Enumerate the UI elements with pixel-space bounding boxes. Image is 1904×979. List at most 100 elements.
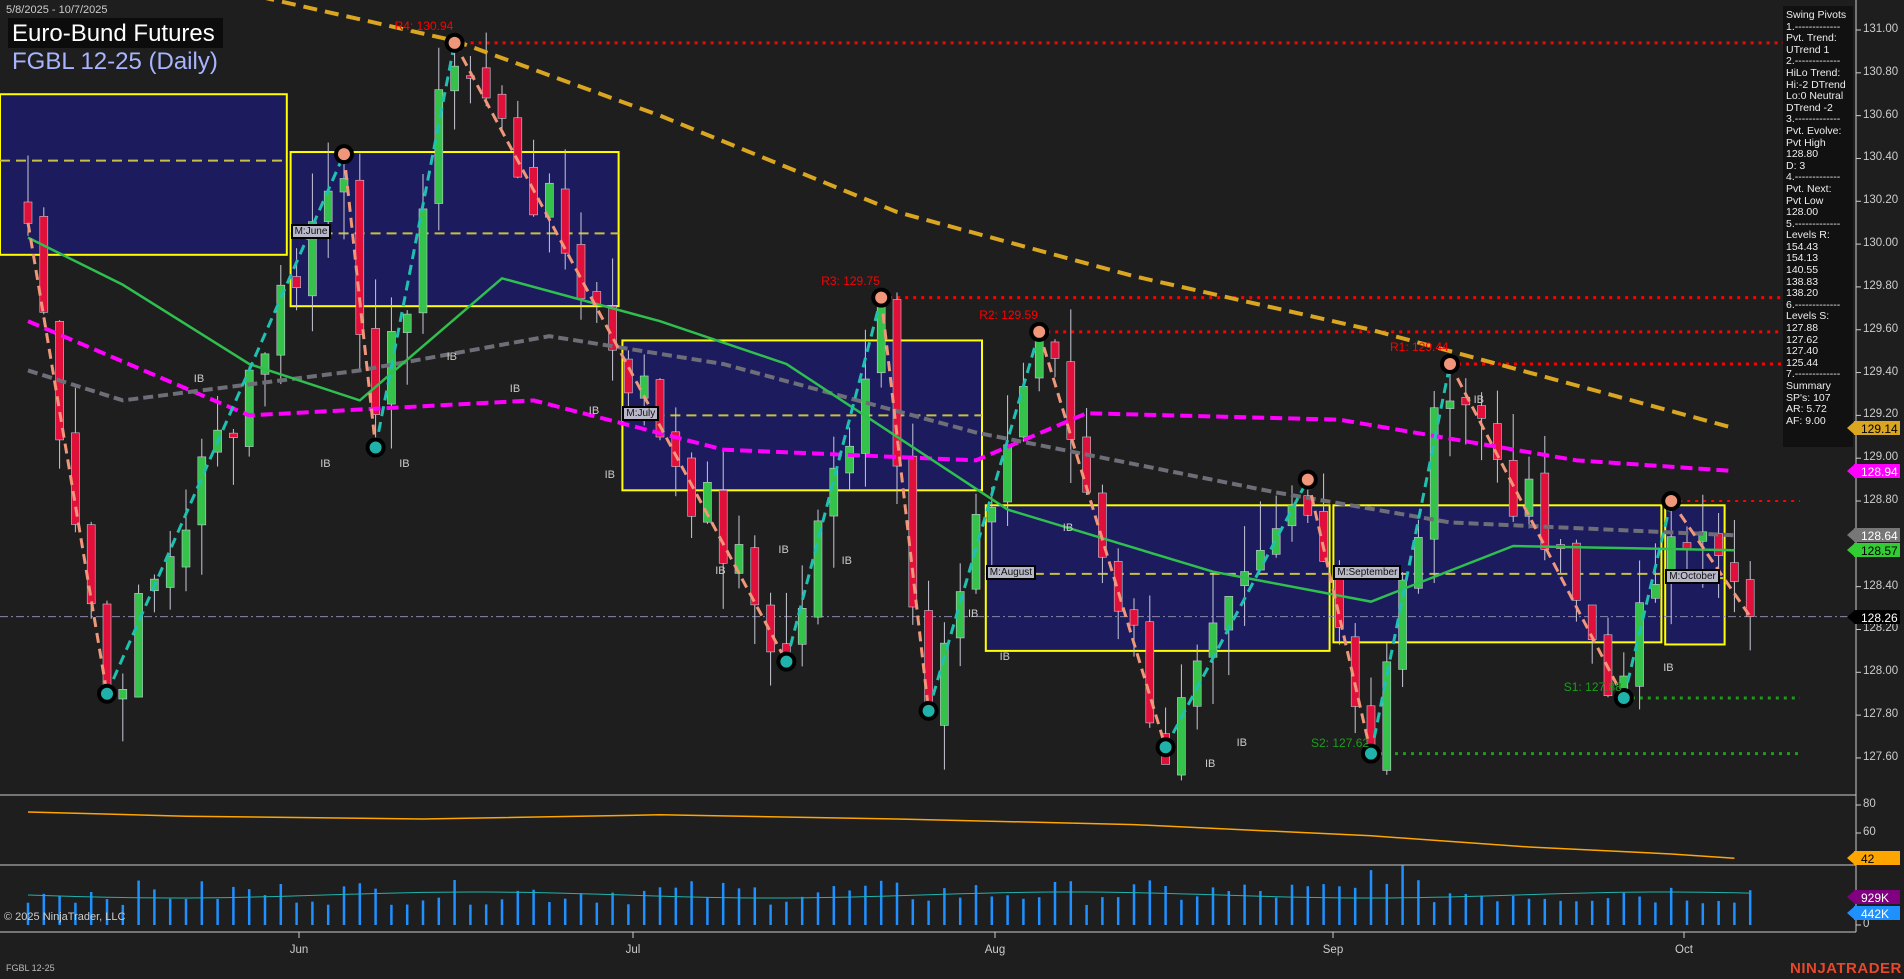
swing-high-marker (1442, 356, 1458, 372)
swing-low-marker (368, 439, 384, 455)
bullish-candle (1004, 445, 1012, 502)
info-line: 140.55 (1786, 265, 1850, 277)
swing-high-marker (1663, 493, 1679, 509)
price-tick-label: 130.00 (1863, 237, 1898, 249)
price-tick-label: 128.00 (1863, 665, 1898, 677)
swing-high-marker (1031, 324, 1047, 340)
inside-bar-label: IB (1663, 662, 1673, 674)
ninjatrader-logo: NINJATRADER (1790, 960, 1902, 977)
volume-value-tag: 929K (1854, 890, 1900, 904)
info-line: 128.80 (1786, 149, 1850, 161)
inside-bar-label: IB (510, 383, 520, 395)
bearish-candle (514, 118, 522, 177)
level-label: R4: 130.94 (395, 19, 454, 33)
price-marker-tag: 128.26 (1854, 610, 1900, 624)
bullish-candle (1035, 336, 1043, 378)
info-line: Summary (1786, 381, 1850, 393)
swing-pivots-panel: Swing Pivots1.-------------Pvt. Trend:UT… (1783, 6, 1853, 447)
bullish-candle (135, 593, 143, 697)
inside-bar-label: IB (715, 565, 725, 577)
price-tick-label: 130.60 (1863, 109, 1898, 121)
swing-low-marker (99, 686, 115, 702)
bullish-candle (166, 557, 174, 588)
bearish-candle (40, 216, 48, 312)
price-tick-label: 129.40 (1863, 366, 1898, 378)
price-tick-label: 127.80 (1863, 708, 1898, 720)
inside-bar-label: IB (589, 405, 599, 417)
level-label: R2: 129.59 (979, 308, 1038, 322)
level-label: R1: 129.44 (1390, 340, 1449, 354)
inside-bar-label: IB (968, 608, 978, 620)
inside-bar-label: IB (778, 544, 788, 556)
inside-bar-label: IB (447, 351, 457, 363)
price-marker-tag: 128.94 (1854, 464, 1900, 478)
month-label: Sep (1323, 944, 1343, 956)
bearish-candle (498, 94, 506, 118)
bullish-candle (640, 376, 648, 398)
bullish-candle (1651, 584, 1659, 598)
inside-bar-label: IB (842, 555, 852, 567)
date-range: 5/8/2025 - 10/7/2025 (6, 4, 108, 16)
month-value-area-label: M:June (291, 224, 332, 239)
month-value-area-label: M:July (622, 406, 659, 421)
bearish-candle (372, 328, 380, 414)
bullish-candle (435, 90, 443, 204)
swing-high-marker (1300, 472, 1316, 488)
inside-bar-label: IB (1063, 522, 1073, 534)
inside-bar-label: IB (320, 458, 330, 470)
bearish-candle (293, 276, 301, 287)
month-label: Jul (626, 944, 641, 956)
month-value-area-label: M:October (1665, 569, 1720, 584)
price-tick-label: 130.20 (1863, 194, 1898, 206)
price-tick-label: 128.80 (1863, 494, 1898, 506)
bullish-candle (182, 530, 190, 567)
price-tick-label: 130.40 (1863, 151, 1898, 163)
price-tick-label: 128.40 (1863, 580, 1898, 592)
inside-bar-label: IB (1000, 651, 1010, 663)
bullish-candle (846, 446, 854, 473)
level-label: R3: 129.75 (821, 274, 880, 288)
price-tick-label: 130.80 (1863, 66, 1898, 78)
bullish-candle (1383, 662, 1391, 771)
swing-high-marker (447, 35, 463, 51)
price-marker-tag: 129.14 (1854, 421, 1900, 435)
month-label: Oct (1675, 944, 1693, 956)
bullish-candle (324, 191, 332, 222)
bearish-candle (482, 68, 490, 98)
price-tick-label: 129.60 (1863, 323, 1898, 335)
oscillator-tick-label: 60 (1863, 826, 1876, 838)
bullish-candle (119, 689, 127, 699)
price-marker-tag: 128.64 (1854, 528, 1900, 542)
bullish-candle (245, 370, 253, 447)
inside-bar-label: IB (1237, 737, 1247, 749)
chart-title: Euro-Bund Futures (8, 18, 223, 48)
bearish-candle (229, 433, 237, 438)
level-label: S1: 127.88 (1564, 680, 1622, 694)
month-value-area-label: M:August (986, 565, 1036, 580)
price-chart[interactable] (0, 0, 1904, 979)
price-tick-label: 129.20 (1863, 408, 1898, 420)
price-tick-label: 129.80 (1863, 280, 1898, 292)
copyright: © 2025 NinjaTrader, LLC (4, 911, 125, 923)
bearish-candle (1509, 460, 1517, 516)
info-line: Swing Pivots (1786, 10, 1850, 22)
bullish-candle (988, 507, 996, 522)
inside-bar-label: IB (399, 458, 409, 470)
value-area-box (986, 505, 1330, 651)
bearish-candle (1478, 406, 1486, 419)
oscillator-line (28, 812, 1734, 858)
month-label: Jun (290, 944, 309, 956)
footer-symbol: FGBL 12-25 (6, 963, 55, 973)
bearish-candle (103, 604, 111, 693)
price-tick-label: 129.00 (1863, 451, 1898, 463)
swing-low-marker (1158, 739, 1174, 755)
swing-low-marker (778, 654, 794, 670)
info-line: Pvt. Evolve: (1786, 126, 1850, 138)
level-label: S2: 127.62 (1311, 736, 1369, 750)
info-line: HiLo Trend: (1786, 68, 1850, 80)
bullish-candle (1256, 550, 1264, 570)
chart-subtitle: FGBL 12-25 (Daily) (8, 48, 222, 76)
bearish-candle (1051, 342, 1059, 358)
price-tick-label: 131.00 (1863, 23, 1898, 35)
volume-average-line (28, 892, 1750, 898)
